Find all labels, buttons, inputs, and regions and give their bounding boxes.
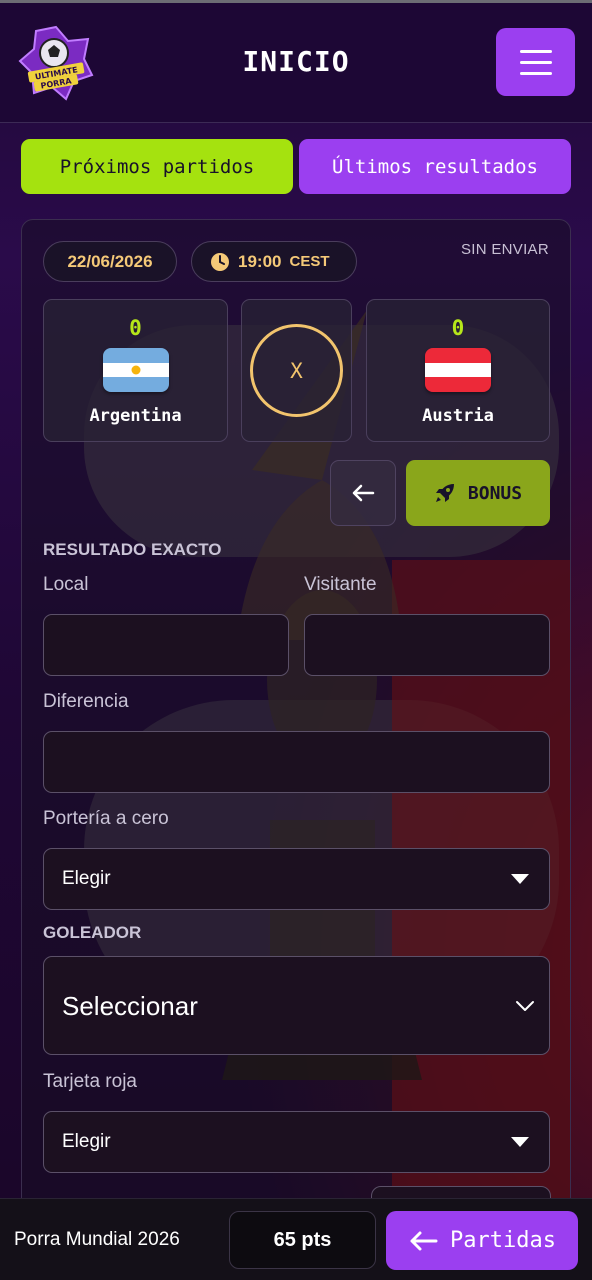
bottom-bar: Porra Mundial 2026 65 pts Partidas [0,1198,592,1280]
tab-latest-results[interactable]: Últimos resultados [299,139,571,194]
clean-sheet-label: Portería a cero [43,808,169,829]
menu-icon-bar [519,49,552,53]
caret-down-icon [511,874,529,884]
home-team-card: 0 Argentina [43,299,228,442]
match-time-badge: 19:00 CEST [191,241,357,282]
app-header: ULTIMATE PORRA INICIO [0,3,592,123]
partidas-button[interactable]: Partidas [386,1211,578,1270]
arrow-left-icon [410,1231,438,1250]
points-badge: 65 pts [229,1211,376,1269]
versus-circle: X [250,324,343,417]
rocket-icon [435,484,454,502]
clean-sheet-select[interactable]: Elegir [43,848,550,910]
scorer-select[interactable]: Seleccionar [43,956,550,1055]
away-team-name: Austria [422,406,494,426]
clean-sheet-value: Elegir [62,868,111,889]
match-timezone: CEST [289,253,330,270]
red-card-select[interactable]: Elegir [43,1111,550,1173]
home-score: 0 [129,316,142,340]
clock-icon [211,252,229,271]
menu-icon-bar [519,71,552,75]
difference-label: Diferencia [43,691,129,712]
match-time: 19:00 [238,251,282,271]
arrow-left-icon [352,484,375,502]
away-team-card: 0 Austria [366,299,550,442]
back-button[interactable] [330,460,396,526]
match-date-badge: 22/06/2026 [43,241,177,282]
visitor-score-input[interactable] [304,614,550,676]
red-card-value: Elegir [62,1131,111,1152]
austria-flag-icon [425,348,491,392]
tab-upcoming-matches[interactable]: Próximos partidos [21,139,293,194]
match-card: 22/06/2026 19:00 CEST SIN ENVIAR 0 Argen… [21,219,571,1219]
exact-result-title: RESULTADO EXACTO [43,540,222,559]
scorer-title: GOLEADOR [43,923,142,942]
caret-down-icon [511,1137,529,1147]
menu-icon-bar [519,60,552,64]
local-score-input[interactable] [43,614,289,676]
home-team-name: Argentina [89,406,182,426]
submission-status: SIN ENVIAR [460,241,549,258]
chevron-down-icon [516,1001,534,1011]
hamburger-menu-button[interactable] [496,28,575,96]
argentina-flag-icon [102,348,169,392]
local-label: Local [43,574,89,595]
red-card-label: Tarjeta roja [43,1071,137,1092]
scorer-value: Seleccionar [62,991,198,1021]
away-score: 0 [451,316,465,340]
visitor-label: Visitante [304,574,377,595]
bonus-label: BONUS [467,482,523,504]
versus-box: X [241,299,352,442]
bonus-button[interactable]: BONUS [406,460,550,526]
tournament-label: Porra Mundial 2026 [14,1229,180,1250]
partidas-label: Partidas [450,1228,556,1253]
difference-input[interactable] [43,731,550,793]
